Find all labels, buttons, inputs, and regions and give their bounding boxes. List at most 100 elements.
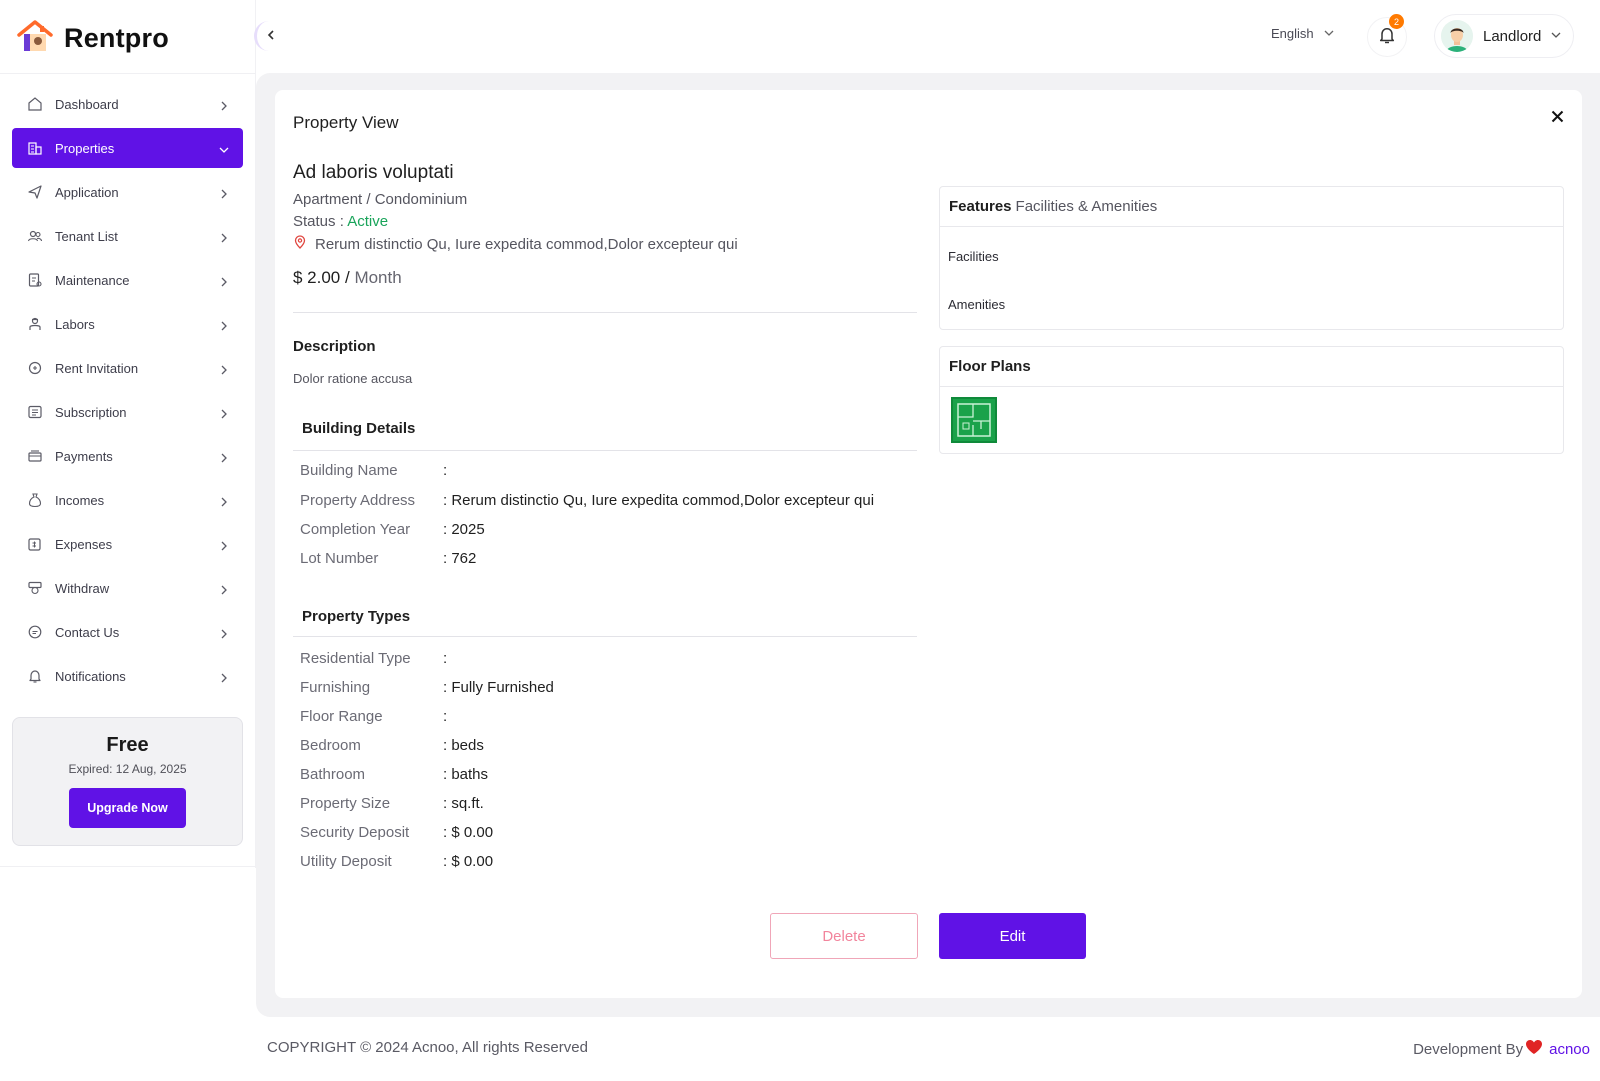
row-value: : Fully Furnished	[443, 679, 554, 696]
chevron-down-icon	[1324, 26, 1334, 41]
footer-credit: Development By acnoo	[1413, 1039, 1590, 1059]
property-size-row: Property Size : sq.ft.	[300, 795, 484, 812]
features-card: Features Facilities & Amenities Faciliti…	[939, 186, 1564, 330]
maintenance-icon	[26, 271, 44, 289]
footer-dev-label: Development By	[1413, 1040, 1524, 1058]
floor-plans-title: Floor Plans	[949, 358, 1031, 375]
row-value: : $ 0.00	[443, 824, 494, 841]
row-key: Security Deposit	[300, 824, 410, 841]
plan-name: Free	[106, 734, 149, 756]
heart-icon	[1525, 1039, 1543, 1059]
building-details-heading: Building Details	[302, 420, 416, 437]
sidebar-item-label: Notifications	[55, 668, 126, 684]
security-deposit-row: Security Deposit : $ 0.00	[300, 824, 493, 841]
sidebar-item-label: Dashboard	[55, 96, 119, 112]
floor-plans-card: Floor Plans	[939, 346, 1564, 454]
row-value: :	[443, 462, 448, 479]
footer-brand-link[interactable]: acnoo	[1549, 1041, 1590, 1058]
sidebar-item-withdraw[interactable]: Withdraw	[12, 568, 243, 608]
sidebar-item-expenses[interactable]: Expenses	[12, 524, 243, 564]
divider	[0, 73, 256, 74]
chevron-left-icon	[266, 27, 276, 45]
chevron-right-icon	[219, 495, 229, 507]
sidebar-item-properties[interactable]: Properties	[12, 128, 243, 168]
map-pin-icon	[293, 235, 307, 253]
avatar	[1441, 20, 1473, 52]
sidebar-item-labors[interactable]: Labors	[12, 304, 243, 344]
row-key: Floor Range	[300, 708, 383, 725]
subscription-plan-card: Free Expired: 12 Aug, 2025 Upgrade Now	[12, 717, 243, 846]
furnishing-row: Furnishing : Fully Furnished	[300, 679, 554, 696]
sidebar-collapse-button[interactable]	[254, 21, 284, 51]
property-name: Ad laboris voluptati	[293, 162, 454, 183]
language-label: English	[1271, 26, 1314, 41]
divider	[293, 450, 917, 451]
lot-number-row: Lot Number: 762	[300, 550, 476, 567]
price-period: Month	[354, 268, 402, 287]
status-label: Status :	[293, 213, 348, 230]
sidebar-item-label: Tenant List	[55, 228, 118, 244]
chevron-right-icon	[219, 451, 229, 463]
delete-button[interactable]: Delete	[770, 913, 918, 959]
property-price: $ 2.00 / Month	[293, 268, 402, 288]
footer-copyright: COPYRIGHT © 2024 Acnoo, All rights Reser…	[267, 1039, 588, 1056]
subscription-icon	[26, 403, 44, 421]
sidebar-item-label: Properties	[55, 140, 115, 156]
sidebar-item-payments[interactable]: Payments	[12, 436, 243, 476]
upgrade-now-button[interactable]: Upgrade Now	[69, 788, 186, 828]
row-key: Bathroom	[300, 766, 366, 783]
chat-icon	[26, 623, 44, 641]
sidebar-item-label: Rent Invitation	[55, 360, 139, 376]
sidebar-item-label: Maintenance	[55, 272, 130, 288]
sidebar-item-notifications[interactable]: Notifications	[12, 656, 243, 696]
chevron-right-icon	[219, 627, 229, 639]
close-icon	[1551, 110, 1564, 128]
sidebar-item-label: Subscription	[55, 404, 127, 420]
features-card-header: Features Facilities & Amenities	[940, 187, 1563, 227]
sidebar-item-label: Payments	[55, 448, 113, 464]
sidebar-item-maintenance[interactable]: Maintenance	[12, 260, 243, 300]
chevron-down-icon	[1551, 27, 1561, 45]
row-key: Property Address	[300, 492, 416, 509]
language-selector[interactable]: English	[1271, 26, 1334, 41]
sidebar-item-contact-us[interactable]: Contact Us	[12, 612, 243, 652]
close-button[interactable]	[1548, 110, 1566, 128]
sidebar-item-subscription[interactable]: Subscription	[12, 392, 243, 432]
row-value: : 762	[443, 550, 477, 567]
sidebar-item-rent-invitation[interactable]: Rent Invitation	[12, 348, 243, 388]
property-address: Rerum distinctio Qu, Iure expedita commo…	[293, 235, 738, 253]
chevron-right-icon	[219, 671, 229, 683]
bedroom-row: Bedroom: beds	[300, 737, 484, 754]
row-key: Property Size	[300, 795, 391, 812]
description-heading: Description	[293, 338, 376, 355]
description-text: Dolor ratione accusa	[293, 371, 413, 386]
row-key: Furnishing	[300, 679, 371, 696]
row-value: : sq.ft.	[443, 795, 484, 812]
brand-name: Rentpro	[64, 23, 169, 53]
row-key: Building Name	[300, 462, 398, 479]
building-icon	[26, 139, 44, 157]
sidebar-item-label: Labors	[55, 316, 95, 332]
status-badge: Active	[347, 213, 389, 230]
sidebar-item-incomes[interactable]: Incomes	[12, 480, 243, 520]
chevron-down-icon	[219, 143, 229, 153]
user-menu[interactable]: Landlord	[1434, 14, 1574, 58]
sidebar-item-tenant-list[interactable]: Tenant List	[12, 216, 243, 256]
money-bag-icon	[26, 491, 44, 509]
amenities-label: Amenities	[948, 297, 1006, 312]
row-key: Completion Year	[300, 521, 411, 538]
floor-range-row: Floor Range:	[300, 708, 447, 725]
brand-logo[interactable]: Rentpro	[16, 18, 169, 59]
sidebar-item-label: Application	[55, 184, 119, 200]
worker-icon	[26, 315, 44, 333]
row-value: : baths	[443, 766, 489, 783]
floor-plan-thumbnail[interactable]	[951, 397, 997, 443]
sidebar-item-dashboard[interactable]: Dashboard	[12, 84, 243, 124]
sidebar-item-application[interactable]: Application	[12, 172, 243, 212]
property-status: Status : Active	[293, 213, 388, 230]
edit-button[interactable]: Edit	[939, 913, 1086, 959]
features-subtitle: Facilities & Amenities	[1015, 198, 1158, 215]
chevron-right-icon	[219, 407, 229, 419]
residential-type-row: Residential Type:	[300, 650, 447, 667]
users-icon	[26, 227, 44, 245]
